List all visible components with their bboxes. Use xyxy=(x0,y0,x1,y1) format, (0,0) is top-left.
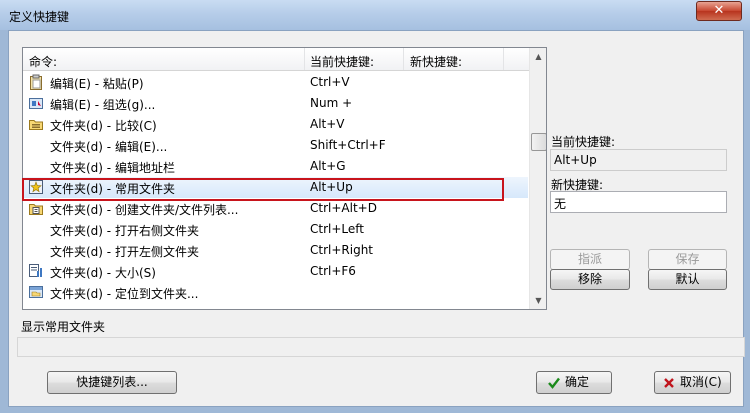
select-group-icon xyxy=(29,98,43,109)
description-box xyxy=(17,337,745,357)
save-button[interactable]: 保存 xyxy=(648,249,727,270)
command-text: 文件夹(d) - 打开左侧文件夹 xyxy=(50,245,199,259)
current-shortcut: Alt+V xyxy=(310,117,345,131)
clipboard-icon xyxy=(30,74,42,90)
favorite-folder-icon xyxy=(29,180,43,194)
command-text: 文件夹(d) - 比较(C) xyxy=(50,119,157,133)
shortcut-list-button[interactable]: 快捷键列表... xyxy=(47,371,177,394)
new-shortcut-input[interactable]: 无 xyxy=(550,191,727,213)
command-text: 文件夹(d) - 编辑地址栏 xyxy=(50,161,175,175)
command-text: 文件夹(d) - 常用文件夹 xyxy=(50,182,175,196)
command-description: 显示常用文件夹 xyxy=(21,320,106,334)
column-header-command[interactable]: 命令: xyxy=(29,53,57,70)
list-header: 命令: 当前快捷键: 新快捷键: xyxy=(23,48,529,71)
current-shortcut: Alt+Up xyxy=(310,180,353,194)
command-text: 文件夹(d) - 定位到文件夹... xyxy=(50,287,199,301)
list-item[interactable]: 文件夹(d) - 打开左侧文件夹 Ctrl+Right xyxy=(23,240,528,261)
remove-button[interactable]: 移除 xyxy=(550,269,630,290)
list-scrollbar[interactable]: ▲ ▼ xyxy=(529,48,546,309)
scroll-up-icon[interactable]: ▲ xyxy=(530,48,546,65)
command-text: 编辑(E) - 组选(g)... xyxy=(50,98,156,112)
locate-folder-icon xyxy=(29,286,43,298)
list-item[interactable]: 编辑(E) - 组选(g)... Num + xyxy=(23,93,528,114)
list-item[interactable]: 文件夹(d) - 创建文件夹/文件列表... Ctrl+Alt+D xyxy=(23,198,528,219)
default-button[interactable]: 默认 xyxy=(648,269,727,290)
current-shortcut: Shift+Ctrl+F xyxy=(310,138,386,152)
current-shortcut: Ctrl+Alt+D xyxy=(310,201,377,215)
column-header-new[interactable]: 新快捷键: xyxy=(410,53,462,70)
new-shortcut-value: 无 xyxy=(554,197,567,211)
current-shortcut-label: 当前快捷键: xyxy=(551,135,616,149)
scroll-thumb[interactable] xyxy=(531,133,546,151)
cancel-x-icon xyxy=(664,377,674,388)
window-title: 定义快捷键 xyxy=(9,10,70,24)
new-folder-list-icon xyxy=(29,204,43,215)
shortcut-list[interactable]: 命令: 当前快捷键: 新快捷键: 编辑(E) - 粘贴(P) Ctrl+V 编辑… xyxy=(22,47,547,310)
folder-size-icon xyxy=(29,264,42,277)
list-item[interactable]: 编辑(E) - 粘贴(P) Ctrl+V xyxy=(23,72,528,93)
current-shortcut: Ctrl+Left xyxy=(310,222,364,236)
dialog-body: 命令: 当前快捷键: 新快捷键: 编辑(E) - 粘贴(P) Ctrl+V 编辑… xyxy=(8,30,745,407)
title-bar: 定义快捷键 ✕ xyxy=(0,0,750,30)
checkmark-icon xyxy=(548,377,560,389)
list-item[interactable]: 文件夹(d) - 定位到文件夹... xyxy=(23,282,528,303)
column-divider[interactable] xyxy=(304,48,305,70)
current-shortcut-field: Alt+Up xyxy=(550,149,727,171)
current-shortcut-value: Alt+Up xyxy=(554,153,597,167)
ok-label: 确定 xyxy=(565,375,590,389)
command-text: 文件夹(d) - 创建文件夹/文件列表... xyxy=(50,203,239,217)
cancel-label: 取消(C) xyxy=(680,375,722,389)
list-item[interactable]: 文件夹(d) - 大小(S) Ctrl+F6 xyxy=(23,261,528,282)
folder-compare-icon xyxy=(29,120,43,130)
command-text: 文件夹(d) - 大小(S) xyxy=(50,266,156,280)
column-divider[interactable] xyxy=(403,48,404,70)
command-text: 编辑(E) - 粘贴(P) xyxy=(50,77,144,91)
current-shortcut: Ctrl+F6 xyxy=(310,264,356,278)
column-header-current[interactable]: 当前快捷键: xyxy=(310,53,374,70)
cancel-button[interactable]: 取消(C) xyxy=(654,371,731,394)
assign-button[interactable]: 指派 xyxy=(550,249,630,270)
close-button[interactable]: ✕ xyxy=(696,1,742,21)
list-item[interactable]: 文件夹(d) - 打开右侧文件夹 Ctrl+Left xyxy=(23,219,528,240)
current-shortcut: Ctrl+Right xyxy=(310,243,374,257)
current-shortcut: Alt+G xyxy=(310,159,346,173)
scroll-down-icon[interactable]: ▼ xyxy=(530,292,546,309)
ok-button[interactable]: 确定 xyxy=(536,371,612,394)
column-divider[interactable] xyxy=(503,48,504,70)
list-item[interactable]: 文件夹(d) - 编辑地址栏 Alt+G xyxy=(23,156,528,177)
list-item[interactable]: 文件夹(d) - 比较(C) Alt+V xyxy=(23,114,528,135)
current-shortcut: Ctrl+V xyxy=(310,75,350,89)
list-item-selected[interactable]: 文件夹(d) - 常用文件夹 Alt+Up xyxy=(23,177,528,198)
list-item[interactable]: 文件夹(d) - 编辑(E)... Shift+Ctrl+F xyxy=(23,135,528,156)
current-shortcut: Num + xyxy=(310,96,353,110)
command-text: 文件夹(d) - 打开右侧文件夹 xyxy=(50,224,199,238)
command-text: 文件夹(d) - 编辑(E)... xyxy=(50,140,168,154)
